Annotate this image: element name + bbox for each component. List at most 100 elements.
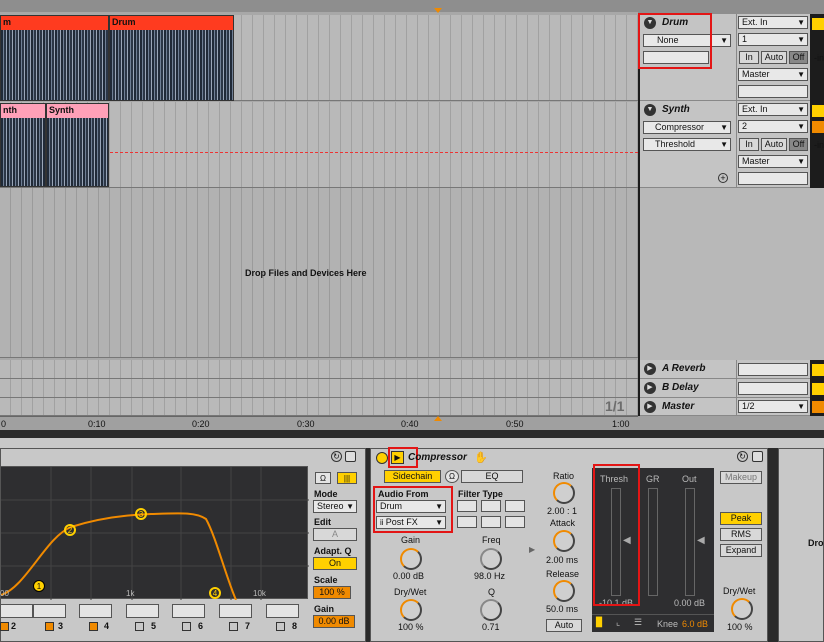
play-icon[interactable]: ▶ (644, 382, 656, 394)
output-sub-select[interactable] (738, 85, 808, 98)
synth-track-header[interactable]: ▼ Synth Compressor ▼ Threshold ▼ + (640, 101, 736, 188)
edit-ab-button[interactable]: A (313, 528, 357, 541)
return-a-header[interactable]: ▶ A Reverb (640, 360, 736, 379)
comp-save-icon[interactable] (752, 451, 763, 462)
play-icon[interactable]: ▶ (644, 363, 656, 375)
band-filter-button-3[interactable] (79, 604, 112, 618)
auto-release-button[interactable]: Auto (546, 619, 582, 632)
synth-clip-2[interactable]: Synth (46, 103, 109, 187)
display-meter-icon[interactable]: ▉ (596, 617, 610, 629)
band-toggle[interactable] (89, 622, 98, 631)
arrangement-view[interactable]: m Drum nth Synth Drop Files and Devices … (0, 0, 638, 430)
track-name[interactable]: A Reverb (662, 363, 706, 374)
gain-value[interactable]: 0.00 dB (313, 615, 355, 628)
out-slider-icon[interactable]: ◀ (697, 535, 705, 546)
input-type-select[interactable]: Ext. In ▼ (738, 16, 808, 29)
master-header[interactable]: ▶ Master (640, 398, 736, 416)
eq-point[interactable]: 3 (135, 508, 147, 520)
monitor-auto-button[interactable]: Auto (761, 51, 787, 64)
monitor-in-button[interactable]: In (739, 51, 759, 64)
cue-output-select[interactable]: 1/2 ▼ (738, 400, 808, 413)
return-b-output[interactable] (738, 382, 808, 395)
band-toggle[interactable] (135, 622, 144, 631)
attack-knob[interactable] (553, 530, 575, 552)
eq-display[interactable] (0, 466, 309, 601)
band-toggle[interactable] (0, 622, 9, 631)
fold-icon[interactable]: ▼ (644, 104, 656, 116)
peak-button[interactable]: Peak (720, 512, 762, 525)
filter-bandpass-button[interactable] (481, 516, 501, 528)
return-lane-a[interactable] (0, 360, 638, 379)
filter-lowpass-button[interactable] (505, 516, 525, 528)
input-type-select[interactable]: Ext. In ▼ (738, 103, 808, 116)
release-knob[interactable] (553, 580, 575, 602)
param-chooser[interactable]: Threshold ▼ (643, 138, 731, 151)
band-toggle[interactable] (276, 622, 285, 631)
filter-highshelf-button[interactable] (505, 500, 525, 512)
return-b-header[interactable]: ▶ B Delay (640, 379, 736, 398)
eq-point[interactable]: 4 (209, 587, 221, 599)
input-channel-select[interactable]: 2 ▼ (738, 120, 808, 133)
device-chooser[interactable]: Compressor ▼ (643, 121, 731, 134)
thresh-meter[interactable] (611, 488, 621, 596)
eq-save-icon[interactable] (345, 451, 356, 462)
knee-value[interactable]: 6.0 dB (682, 619, 708, 629)
display-curve-icon[interactable]: ⌞ (616, 617, 630, 629)
output-select[interactable]: Master ▼ (738, 68, 808, 81)
monitor-in-button[interactable]: In (739, 138, 759, 151)
drum-track-header[interactable]: ▼ Drum None ▼ (640, 14, 736, 101)
audio-from-select[interactable]: Drum ▼ (376, 500, 446, 513)
adaptq-toggle[interactable]: On (313, 557, 357, 570)
band-toggle[interactable] (182, 622, 191, 631)
sidechain-toggle[interactable]: Sidechain (384, 470, 441, 483)
monitor-off-button[interactable]: Off (789, 138, 808, 151)
band-filter-button-4[interactable] (126, 604, 159, 618)
audio-tap-select[interactable]: ii Post FX ▼ (376, 516, 446, 529)
filter-lowshelf-button[interactable] (457, 500, 477, 512)
band-filter-button-7[interactable] (266, 604, 299, 618)
monitor-off-button[interactable]: Off (789, 51, 808, 64)
device-chooser[interactable]: None ▼ (643, 34, 731, 47)
output-sub-select[interactable] (738, 172, 808, 185)
band-filter-button-6[interactable] (219, 604, 252, 618)
headphones-icon[interactable]: Ω (445, 470, 459, 483)
input-channel-select[interactable]: 1 ▼ (738, 33, 808, 46)
eq-point[interactable]: 1 (33, 580, 45, 592)
output-select[interactable]: Master ▼ (738, 155, 808, 168)
track-name[interactable]: Synth (662, 104, 690, 115)
mode-select[interactable]: Stereo ▼ (313, 500, 357, 513)
return-lane-b[interactable] (0, 379, 638, 398)
fold-icon[interactable]: ▼ (644, 17, 656, 29)
eq-hotswap-icon[interactable]: ↻ (331, 451, 342, 462)
filter-highpass-button[interactable] (457, 516, 477, 528)
master-lane[interactable] (0, 398, 638, 416)
spectrum-icon[interactable]: ||| (337, 472, 357, 484)
param-chooser[interactable] (643, 51, 709, 64)
track-name[interactable]: B Delay (662, 382, 699, 393)
return-a-output[interactable] (738, 363, 808, 376)
headphones-icon[interactable]: Ω (315, 472, 331, 484)
monitor-auto-button[interactable]: Auto (761, 138, 787, 151)
device-power-icon[interactable] (376, 452, 388, 464)
q-knob[interactable] (480, 599, 502, 621)
band-toggle[interactable] (229, 622, 238, 631)
drum-clip-1[interactable]: m (0, 15, 109, 101)
ratio-knob[interactable] (553, 482, 575, 504)
out-meter[interactable] (685, 488, 695, 596)
sidechain-eq-toggle[interactable]: EQ (461, 470, 523, 483)
makeup-button[interactable]: Makeup (720, 471, 762, 484)
display-activity-icon[interactable]: ☰ (634, 617, 648, 629)
sidechain-show-icon[interactable]: ▶ (391, 451, 404, 464)
insert-marker-bottom[interactable] (434, 416, 442, 421)
scale-value[interactable]: 100 % (313, 586, 351, 599)
band-toggle[interactable] (45, 622, 54, 631)
sc-drywet-knob[interactable] (400, 599, 422, 621)
thresh-slider-icon[interactable]: ◀ (623, 535, 631, 546)
expand-button[interactable]: Expand (720, 544, 762, 557)
eq-point[interactable]: 2 (64, 524, 76, 536)
drum-clip-2[interactable]: Drum (109, 15, 234, 101)
rms-button[interactable]: RMS (720, 528, 762, 541)
band-filter-button-2[interactable] (33, 604, 66, 618)
band-filter-button-1[interactable] (0, 604, 33, 618)
play-icon[interactable]: ▶ (644, 401, 656, 413)
